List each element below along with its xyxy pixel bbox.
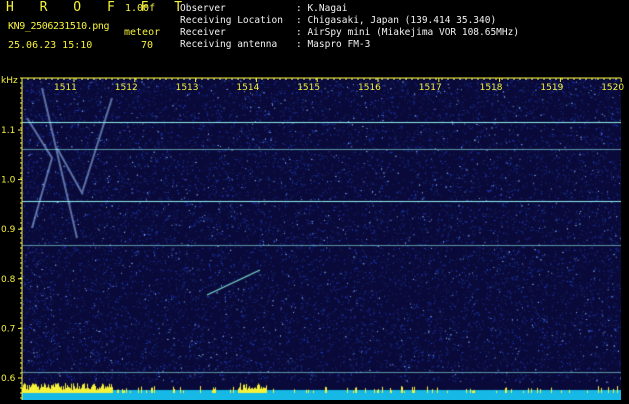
x-tick-label: 1512 [115, 83, 138, 93]
x-tick-label: 1517 [419, 83, 442, 93]
y-tick-label: 0.9 [1, 225, 16, 235]
x-tick-label: 1513 [176, 83, 199, 93]
y-tick-label: 0.6 [1, 374, 16, 384]
y-tick-label: 1.0 [1, 176, 16, 186]
spectrogram-axes: kHz 1511 1512 1513 1514 1515 1516 1517 1518 1519 1… [1, 76, 624, 400]
y-unit-label: kHz [1, 76, 18, 86]
x-tick-label: 1515 [297, 83, 320, 93]
x-tick-label: 1511 [54, 83, 77, 93]
x-tick-label: 1518 [480, 83, 503, 93]
x-tick-label: 1516 [358, 83, 381, 93]
y-tick-label: 1.1 [1, 126, 15, 136]
y-tick-label: 0.7 [1, 324, 15, 334]
x-tick-label: 1520 [601, 83, 624, 93]
x-tick-label: 1519 [540, 83, 563, 93]
x-tick-label: 1514 [236, 83, 259, 93]
y-tick-label: 0.8 [1, 275, 16, 285]
